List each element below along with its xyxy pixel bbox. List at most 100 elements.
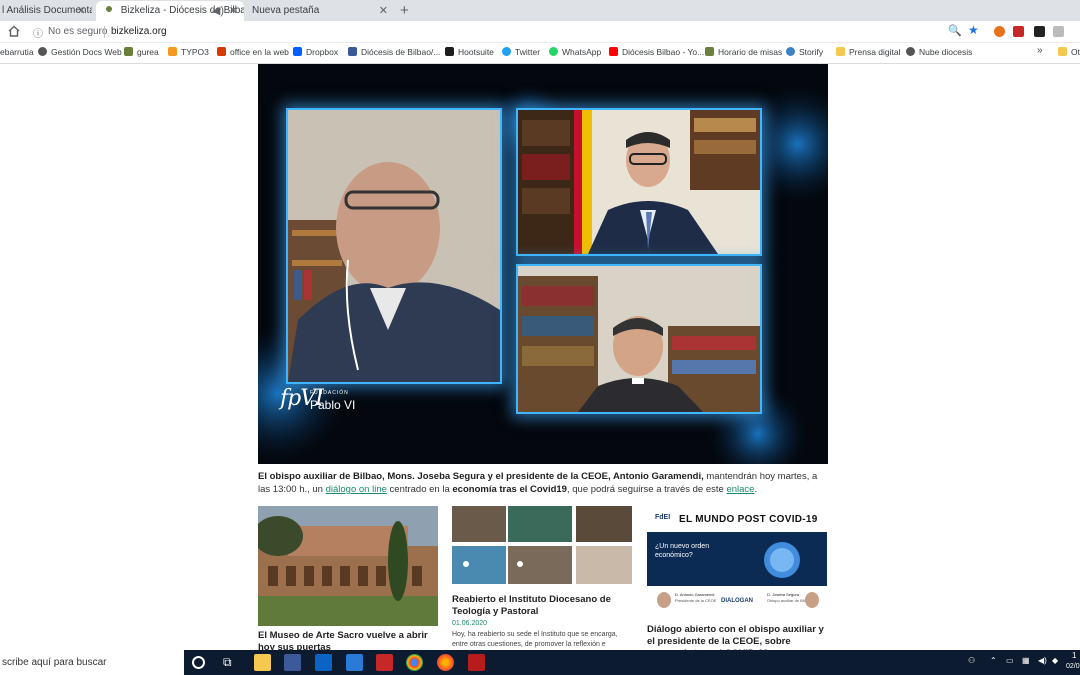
bookmark-item[interactable]: Storify — [786, 47, 823, 57]
bookmark-item[interactable]: Nube diocesis — [906, 47, 972, 57]
youtube-icon — [609, 47, 618, 56]
speaker-icon[interactable]: ◀) — [212, 1, 224, 21]
tree-icon — [705, 47, 714, 56]
file-explorer-icon[interactable] — [254, 654, 271, 671]
outlook-icon[interactable] — [315, 654, 332, 671]
tab-nueva[interactable]: Nueva pestaña ✕ — [248, 1, 394, 21]
bookmark-item[interactable]: Diócesis de Bilbao/... — [348, 47, 440, 57]
extension-icon[interactable] — [1013, 26, 1024, 37]
security-icon[interactable] — [376, 654, 393, 671]
tab-strip: l Análisis Documental? ✕ Bizkeliza - Dió… — [0, 0, 1080, 21]
tree-icon — [124, 47, 133, 56]
bookmark-item[interactable]: Hootsuite — [445, 47, 494, 57]
more-bookmarks-button[interactable]: » — [1037, 45, 1043, 56]
banner-question: ¿Un nuevo orden económico? — [655, 543, 710, 559]
address-bar: ⓘ No es seguro bizkeliza.org 🔍 ★ — [0, 21, 1080, 43]
network-icon[interactable]: ▦ — [1022, 656, 1030, 665]
not-secure-label[interactable]: No es seguro — [48, 26, 107, 37]
windows-taskbar: scribe aquí para buscar ⧉ ⚇ ⌃ ▭ ▦ ◀) ◆ 1… — [0, 650, 1080, 675]
bookmark-item[interactable]: ebarrutia — [0, 47, 34, 57]
bookmark-item[interactable]: Ot — [1058, 47, 1080, 57]
new-tab-button[interactable]: + — [400, 1, 409, 21]
home-icon[interactable] — [7, 24, 21, 38]
zoom-search-icon[interactable]: 🔍 — [948, 24, 962, 37]
dialogo-banner[interactable]: FdEI EL MUNDO POST COVID-19 ¿Un nuevo or… — [647, 506, 827, 614]
participant-left-illustration — [288, 110, 500, 382]
avatar — [657, 592, 671, 608]
avatar — [805, 592, 819, 608]
bookmarks-bar: ebarrutia Gestión Docs Web gurea TYPO3 o… — [0, 43, 1080, 64]
bookmark-item[interactable]: TYPO3 — [168, 47, 209, 57]
clock-time[interactable]: 1 — [1072, 651, 1076, 660]
firefox-icon[interactable] — [437, 654, 454, 671]
card-title[interactable]: Diálogo abierto con el obispo auxiliar y… — [647, 624, 827, 650]
virus-icon — [764, 542, 800, 578]
banner-speakers: D. Antonio Garamendi Presidente de la CE… — [647, 588, 827, 614]
bookmark-item[interactable]: Twitter — [502, 47, 540, 57]
video-panel-left — [288, 110, 500, 382]
clock-date[interactable]: 02/0 — [1066, 663, 1080, 670]
logo-pablo-vi-label: Pablo VI — [310, 398, 356, 412]
tab-analisis[interactable]: l Análisis Documental? ✕ — [0, 1, 92, 21]
twitter-icon — [502, 47, 511, 56]
chevron-up-icon[interactable]: ⌃ — [990, 656, 997, 665]
cortana-icon[interactable] — [192, 656, 205, 669]
extension-icon[interactable] — [994, 26, 1005, 37]
online-dialog-link[interactable]: diálogo on line — [326, 484, 387, 495]
office-icon — [217, 47, 226, 56]
bookmark-item[interactable]: office en la web — [217, 47, 289, 57]
tree-favicon-icon — [104, 4, 114, 14]
hootsuite-icon — [445, 47, 454, 56]
globe-icon — [38, 47, 47, 56]
hero-image[interactable]: fpVI FUNDACIÓN Pablo VI — [258, 64, 828, 464]
virus-banner-graphic: ¿Un nuevo orden económico? — [647, 532, 827, 586]
extension-icon[interactable] — [1034, 26, 1045, 37]
dropbox-tray-icon[interactable]: ◆ — [1052, 656, 1058, 665]
enlace-link[interactable]: enlace — [726, 484, 754, 495]
fundacion-pablo-vi-logo: fpVI FUNDACIÓN Pablo VI — [280, 384, 360, 424]
card-date: 01.06.2020 — [452, 620, 488, 627]
store-icon[interactable] — [284, 654, 301, 671]
chrome-icon[interactable] — [406, 654, 423, 671]
star-bookmark-icon[interactable]: ★ — [968, 23, 979, 37]
instituto-photo-collage[interactable] — [452, 506, 632, 586]
bookmark-item[interactable]: Diócesis Bilbao - Yo... — [609, 47, 704, 57]
participant-bottom-right-illustration — [518, 266, 760, 412]
bookmark-item[interactable]: WhatsApp — [549, 47, 601, 57]
bookmark-item[interactable]: gurea — [124, 47, 159, 57]
card-title[interactable]: Reabierto el Instituto Diocesano de Teol… — [452, 594, 632, 618]
acrobat-icon[interactable] — [468, 654, 485, 671]
folder-icon — [836, 47, 845, 56]
page-content: fpVI FUNDACIÓN Pablo VI El obispo auxili… — [0, 64, 1080, 650]
museum-cloister-illustration — [258, 506, 438, 626]
close-tab-icon[interactable]: ✕ — [379, 1, 388, 21]
card-description: Hoy, ha reabierto su sede el Instituto q… — [452, 631, 618, 648]
close-tab-icon[interactable]: ✕ — [229, 1, 238, 21]
tab-bizkeliza[interactable]: Bizkeliza - Diócesis de Bilbao ◀) ✕ — [96, 1, 244, 21]
task-view-icon[interactable]: ⧉ — [223, 655, 240, 672]
extension-icon[interactable] — [1053, 26, 1064, 37]
volume-icon[interactable]: ◀) — [1038, 656, 1047, 665]
people-icon[interactable]: ⚇ — [968, 656, 975, 665]
taskbar-search-box[interactable]: scribe aquí para buscar — [0, 650, 184, 675]
bookmark-item[interactable]: Prensa digital — [836, 47, 901, 57]
close-tab-icon[interactable]: ✕ — [77, 1, 86, 21]
bookmark-item[interactable]: Dropbox — [293, 47, 338, 57]
museum-photo[interactable] — [258, 506, 438, 626]
hero-caption: El obispo auxiliar de Bilbao, Mons. Jose… — [258, 471, 818, 495]
video-panel-top-right — [518, 110, 760, 254]
fdei-logo: FdEI — [655, 514, 671, 521]
mail-icon[interactable] — [346, 654, 363, 671]
logo-fundacion-label: FUNDACIÓN — [310, 390, 349, 396]
bookmark-item[interactable]: Horario de misas — [705, 47, 782, 57]
bookmark-item[interactable]: Gestión Docs Web — [38, 47, 122, 57]
typo3-icon — [168, 47, 177, 56]
dropbox-icon — [293, 47, 302, 56]
battery-icon[interactable]: ▭ — [1006, 656, 1014, 665]
video-panel-bottom-right — [518, 266, 760, 412]
card-title[interactable]: El Museo de Arte Sacro vuelve a abrir ho… — [258, 630, 438, 650]
url-field[interactable]: bizkeliza.org — [111, 26, 167, 37]
video-thumbnails-grid — [452, 506, 632, 584]
info-icon[interactable]: ⓘ — [33, 25, 43, 40]
storify-icon — [786, 47, 795, 56]
